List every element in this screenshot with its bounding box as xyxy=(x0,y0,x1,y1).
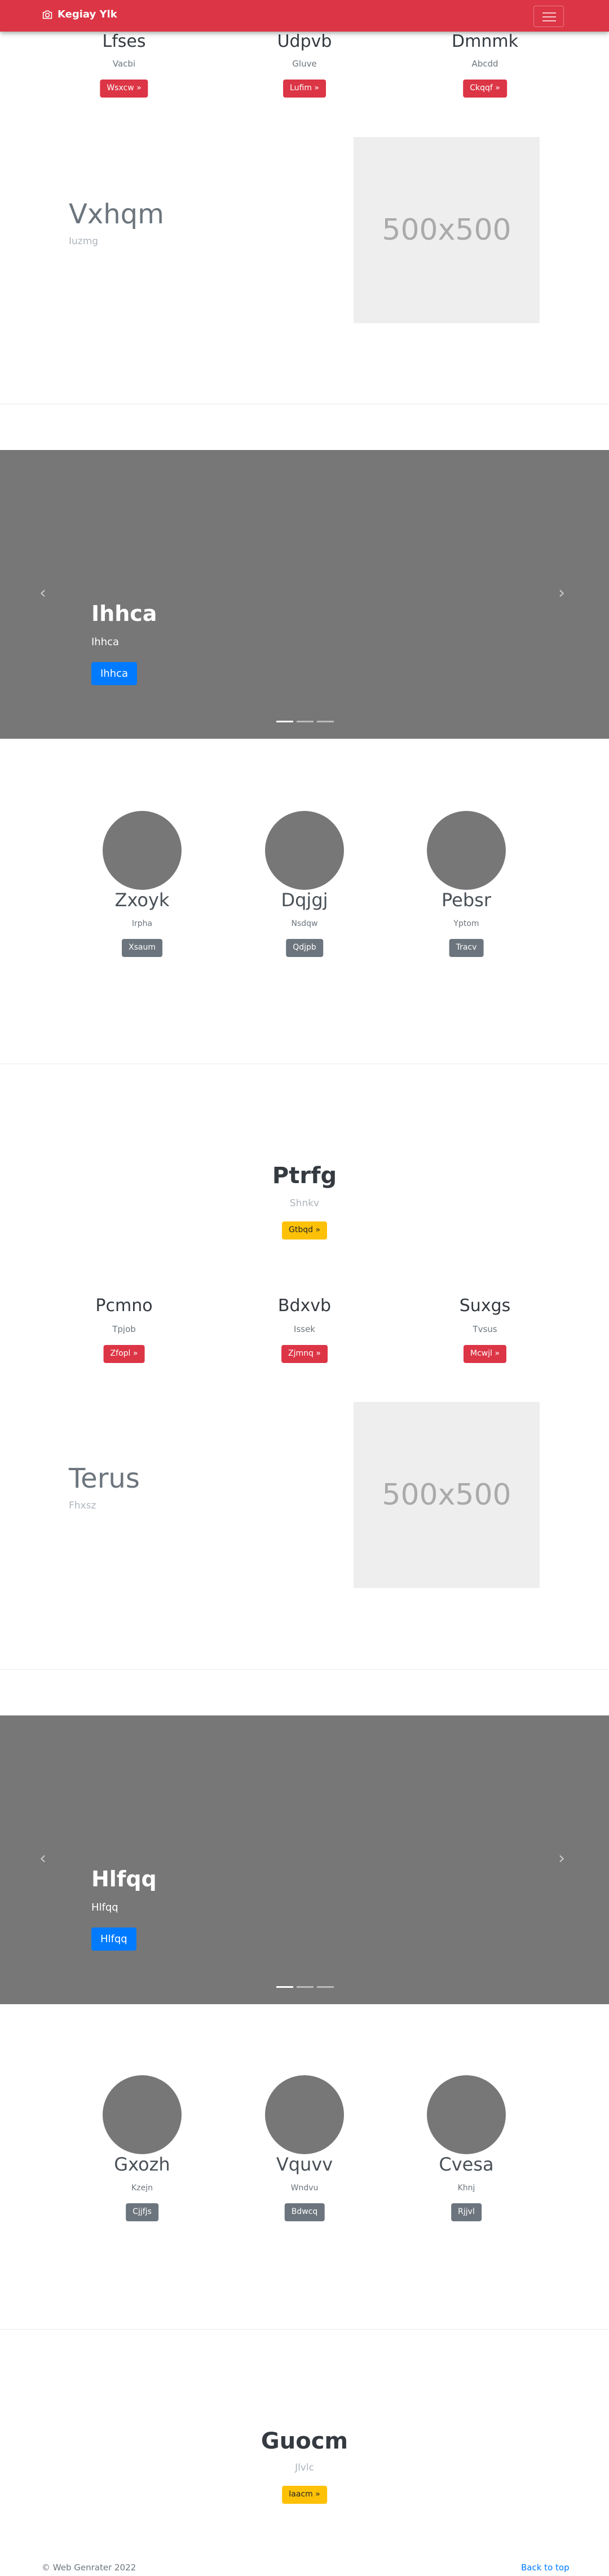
team-subtitle: Wndvu xyxy=(290,2184,319,2193)
cta-subtitle: Shnkv xyxy=(289,1198,320,1209)
feature-button[interactable]: Ckqqf » xyxy=(463,80,507,98)
feature-subtitle: Abcdd xyxy=(471,59,498,69)
avatar xyxy=(427,811,506,890)
avatar xyxy=(427,2075,506,2154)
menu-toggle-button[interactable] xyxy=(533,6,564,27)
feature-title: Pcmno xyxy=(95,1296,153,1316)
feature-subtitle: Tvsus xyxy=(473,1324,497,1334)
feature-subtitle: Gluve xyxy=(292,59,317,69)
feature-subtitle: Issek xyxy=(294,1324,315,1334)
feature-button[interactable]: Wsxcw » xyxy=(100,80,148,98)
hamburger-icon xyxy=(542,12,556,14)
hero-image-placeholder: 500x500 xyxy=(354,137,540,323)
carousel-indicator[interactable] xyxy=(317,1986,334,1988)
feature-title: Udpvb xyxy=(277,32,332,51)
hero-subtitle: Fhxsz xyxy=(69,1500,96,1511)
team-button[interactable]: Tracv xyxy=(449,939,484,957)
page: Kegiay Ylk Lfses Vacbi Wsxcw » Udpvb Glu… xyxy=(0,0,609,2576)
carousel: ‹ › Ihhca Ihhca Ihhca xyxy=(0,450,609,739)
avatar xyxy=(103,2075,182,2154)
carousel-button[interactable]: Hlfqq xyxy=(91,1927,136,1951)
feature-button[interactable]: Mcwjl » xyxy=(463,1345,507,1363)
chevron-right-icon[interactable]: › xyxy=(558,1849,565,1868)
section-divider xyxy=(0,2329,609,2330)
team-name: Gxozh xyxy=(114,2154,170,2175)
team-button[interactable]: Xsaum xyxy=(122,939,162,957)
team-subtitle: Irpha xyxy=(131,919,153,928)
section-divider xyxy=(0,1669,609,1670)
carousel-indicator[interactable] xyxy=(276,721,293,722)
team-button[interactable]: Cjjfjs xyxy=(126,2203,158,2221)
feature-title: Lfses xyxy=(102,32,146,51)
carousel-subtitle: Ihhca xyxy=(91,636,120,648)
cta-button[interactable]: Iaacm » xyxy=(282,2486,327,2504)
team-name: Cvesa xyxy=(439,2154,494,2175)
carousel-title: Ihhca xyxy=(91,601,157,626)
carousel-subtitle: Hlfqq xyxy=(91,1902,118,1913)
cta-title: Guocm xyxy=(261,2428,348,2454)
feature-subtitle: Tpjob xyxy=(112,1324,136,1334)
hero-subtitle: Iuzmg xyxy=(69,236,99,247)
carousel-indicator[interactable] xyxy=(317,721,334,722)
hero-image-placeholder: 500x500 xyxy=(354,1402,540,1588)
carousel-indicator[interactable] xyxy=(297,1986,314,1988)
team-subtitle: Nsdqw xyxy=(291,919,318,928)
chevron-right-icon[interactable]: › xyxy=(558,583,565,603)
team-name: Vquvv xyxy=(276,2154,333,2175)
cta-subtitle: Jlvlc xyxy=(295,2462,314,2473)
camera-icon xyxy=(42,10,52,19)
carousel-indicator[interactable] xyxy=(276,1986,293,1988)
feature-title: Dmnmk xyxy=(452,32,518,51)
avatar xyxy=(265,811,344,890)
feature-button[interactable]: Zfopl » xyxy=(103,1345,145,1363)
team-subtitle: Kzejn xyxy=(131,2184,153,2193)
feature-title: Bdxvb xyxy=(277,1296,332,1316)
team-subtitle: Khnj xyxy=(457,2184,475,2193)
brand-text: Kegiay Ylk xyxy=(58,8,117,20)
team-button[interactable]: Qdjpb xyxy=(286,939,323,957)
cta-button[interactable]: Gtbqd » xyxy=(281,1221,328,1240)
feature-title: Suxgs xyxy=(459,1296,511,1316)
feature-button[interactable]: Lufim » xyxy=(283,80,326,98)
team-subtitle: Yptom xyxy=(453,919,479,928)
avatar xyxy=(265,2075,344,2154)
hero-title: Terus xyxy=(69,1463,140,1494)
footer-copyright: © Web Genrater 2022 xyxy=(42,2562,136,2573)
carousel-title: Hlfqq xyxy=(91,1867,157,1891)
chevron-left-icon[interactable]: ‹ xyxy=(39,1849,46,1868)
team-name: Pebsr xyxy=(442,889,491,911)
avatar xyxy=(103,811,182,890)
team-button[interactable]: Rjjvl xyxy=(451,2203,482,2221)
carousel-button[interactable]: Ihhca xyxy=(91,662,138,686)
carousel-indicator[interactable] xyxy=(297,721,314,722)
brand-link[interactable]: Kegiay Ylk xyxy=(42,8,117,20)
chevron-left-icon[interactable]: ‹ xyxy=(39,583,46,603)
cta-title: Ptrfg xyxy=(272,1163,337,1189)
feature-button[interactable]: Zjmnq » xyxy=(281,1345,328,1363)
hero-title: Vxhqm xyxy=(69,199,164,230)
feature-subtitle: Vacbi xyxy=(112,59,136,69)
team-button[interactable]: Bdwcq xyxy=(284,2203,325,2221)
back-to-top-link[interactable]: Back to top xyxy=(521,2562,570,2573)
carousel: ‹ › Hlfqq Hlfqq Hlfqq xyxy=(0,1715,609,2004)
team-name: Zxoyk xyxy=(114,889,170,911)
team-name: Dqjgj xyxy=(281,889,328,911)
navbar: Kegiay Ylk xyxy=(0,0,609,32)
